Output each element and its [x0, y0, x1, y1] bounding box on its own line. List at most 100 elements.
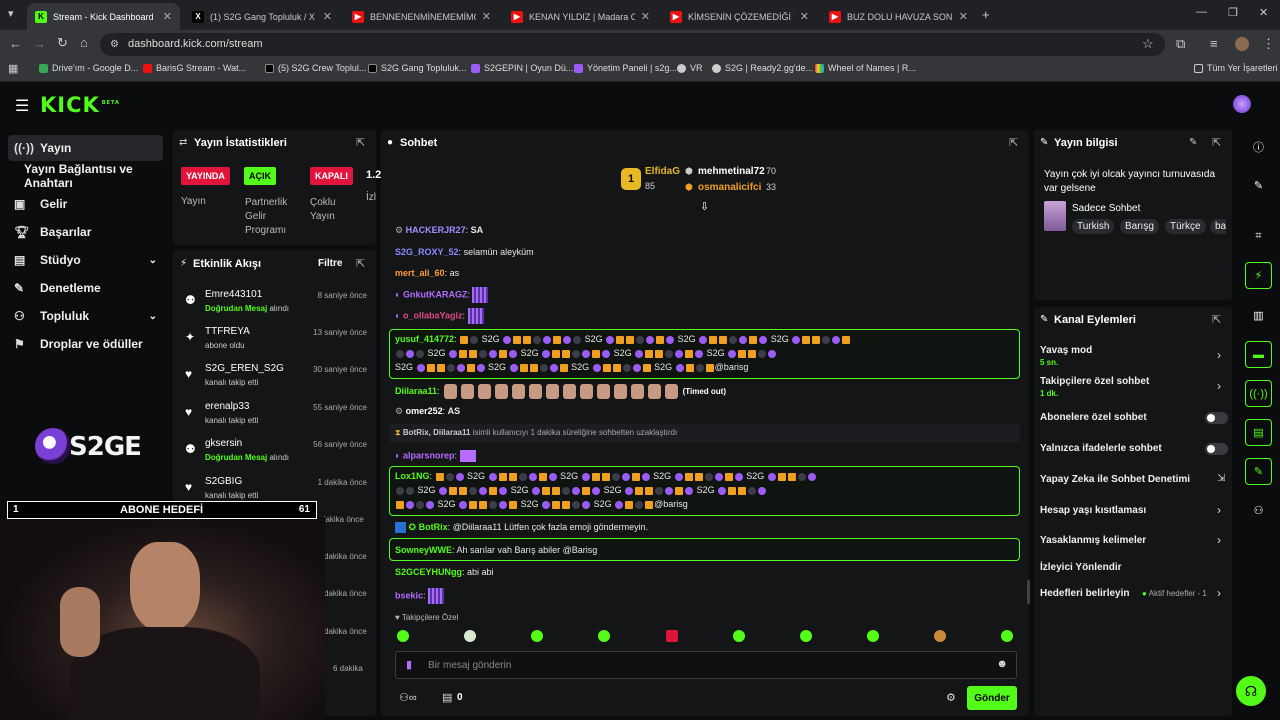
bookmark-item[interactable]: BarisG Stream - Wat... [143, 63, 246, 73]
emote-button[interactable] [934, 630, 946, 642]
gear-icon[interactable]: ⚙ [946, 691, 956, 704]
sidebar-item-gelir[interactable]: ▣ Gelir [8, 191, 163, 217]
tab-youtube-1[interactable]: ▶ BENNENENMİNEMEMİMOMAN✕ [344, 3, 499, 30]
sidebar-item-denetleme[interactable]: ✎ Denetleme [8, 275, 163, 301]
slow-mode-item[interactable]: Yavaş mod 5 sn. [1040, 345, 1092, 367]
info-icon[interactable]: ⓘ [1245, 133, 1272, 160]
expand-icon[interactable]: ⇱ [1212, 313, 1221, 326]
wrench-icon[interactable]: ✎ [1245, 458, 1272, 485]
maximize-icon[interactable]: ❐ [1228, 6, 1238, 19]
close-icon[interactable]: ✕ [641, 10, 650, 23]
close-icon[interactable]: ✕ [163, 10, 172, 23]
feed-item[interactable]: ⚉ Emre443101 Doğrudan Mesaj alındı 8 saniye… [183, 289, 373, 325]
support-headset-icon[interactable]: ☊ [1236, 676, 1266, 706]
top-gifter[interactable]: ElfidaG [645, 166, 680, 177]
tag[interactable]: Turkish [1072, 219, 1115, 234]
ai-moderation-item[interactable]: Yapay Zeka ile Sohbet Denetimi [1040, 474, 1190, 485]
tab-youtube-3[interactable]: ▶ KİMSENİN ÇÖZEMEDİĞİ TARİH✕ [662, 3, 817, 30]
collapse-icon[interactable]: ⇩ [700, 200, 709, 213]
emote-button[interactable] [733, 630, 745, 642]
chevron-right-icon[interactable]: › [1217, 503, 1221, 517]
emote-button[interactable] [397, 630, 409, 642]
profile-avatar[interactable] [1235, 37, 1249, 51]
chevron-right-icon[interactable]: › [1217, 379, 1221, 393]
tag[interactable]: ba [1210, 219, 1226, 234]
feed-item[interactable]: ✦ TTFREYA abone oldu 13 saniye önce [183, 326, 373, 362]
chat-input[interactable]: ▮ Bir mesaj gönderin ☻ [395, 651, 1017, 679]
site-info-icon[interactable]: ⚙ [110, 33, 119, 56]
account-age-item[interactable]: Hesap yaşı kısıtlaması [1040, 505, 1146, 516]
emote-button[interactable] [800, 630, 812, 642]
media-icon[interactable]: ≡ [1210, 36, 1218, 51]
chat-scrollbar[interactable] [1027, 580, 1030, 604]
emote-button[interactable] [867, 630, 879, 642]
sidebar-item-stream-key[interactable]: Yayın Bağlantısı ve Anahtarı [18, 162, 173, 190]
followers-only-item[interactable]: Takipçilere özel sohbet 1 dk. [1040, 376, 1149, 398]
broadcast-icon[interactable]: ((·)) [1245, 380, 1272, 407]
emoji-icon[interactable]: ☻ [996, 658, 1008, 670]
sidebar-item-topluluk[interactable]: ⚇ Topluluk ⌄ [8, 303, 163, 329]
chat-icon[interactable]: ▬ [1245, 341, 1272, 368]
sidebar-item-yayin[interactable]: ((·)) Yayın [8, 135, 163, 161]
sidebar-item-basarilar[interactable]: 🏆︎ Başarılar [8, 219, 163, 245]
bookmark-item[interactable]: Yönetim Paneli | s2g... [574, 63, 677, 73]
feed-item[interactable]: ♥ erenalp33 kanalı takip etti 55 saniye önc… [183, 401, 373, 437]
apps-grid-icon[interactable]: ▦ [8, 62, 18, 75]
mic-icon[interactable]: ▮ [406, 658, 412, 671]
chevron-right-icon[interactable]: › [1217, 348, 1221, 362]
tag[interactable]: Barışg [1120, 219, 1159, 234]
bolt-icon[interactable]: ⚡︎ [1245, 262, 1272, 289]
category-name[interactable]: Sadece Sohbet [1072, 203, 1140, 214]
expand-icon[interactable]: ⇱ [356, 136, 365, 149]
bookmark-item[interactable]: S2G | Ready2.gg'de... [712, 63, 813, 73]
link-icon[interactable]: ⚇∞ [399, 691, 417, 704]
emote-only-toggle[interactable] [1205, 443, 1228, 455]
users-icon[interactable]: ⚇ [1245, 497, 1272, 524]
close-icon[interactable]: ✕ [323, 10, 332, 23]
pencil-icon[interactable]: ✎ [1245, 172, 1272, 199]
expand-icon[interactable]: ⇱ [356, 257, 365, 270]
bookmark-item[interactable]: S2GEPIN | Oyun Dü... [471, 63, 573, 73]
url-field[interactable]: ⚙ dashboard.kick.com/stream [100, 33, 1165, 56]
filter-button[interactable]: Filtre [318, 258, 342, 269]
emote-button[interactable] [464, 630, 476, 642]
hamburger-menu-icon[interactable]: ☰ [15, 96, 29, 116]
reload-icon[interactable]: ↻ [57, 35, 68, 51]
bookmark-item[interactable]: VR [677, 63, 703, 73]
expand-icon[interactable]: ⇱ [1009, 136, 1018, 149]
user-avatar[interactable] [1233, 95, 1251, 113]
forward-icon[interactable]: → [33, 36, 46, 51]
emote-button[interactable] [666, 630, 678, 642]
bookmark-item[interactable]: Drive'ım - Google D... [39, 63, 138, 73]
tab-youtube-4[interactable]: ▶ BUZ DOLU HAVUZA SON DÜŞE✕ [821, 3, 976, 30]
subs-only-toggle[interactable] [1205, 412, 1228, 424]
minimize-icon[interactable]: — [1196, 6, 1207, 18]
bookmark-item[interactable]: Wheel of Names | R... [815, 63, 916, 73]
clipboard-icon[interactable]: ▥ [1245, 302, 1272, 329]
tab-x[interactable]: X (1) S2G Gang Topluluk / X ✕ [184, 3, 340, 30]
sidebar-item-studyo[interactable]: ▤ Stüdyo ⌄ [8, 247, 163, 273]
emote-button[interactable] [598, 630, 610, 642]
tag[interactable]: Türkçe [1165, 219, 1206, 234]
sidebar-item-droplar[interactable]: ⚑ Droplar ve ödüller [8, 331, 163, 357]
close-icon[interactable]: ✕ [800, 10, 809, 23]
bookmark-item[interactable]: S2G Gang Topluluk... [368, 63, 466, 73]
edit-icon[interactable]: ✎ [1189, 137, 1197, 148]
chevron-right-icon[interactable]: › [1217, 533, 1221, 547]
expand-icon[interactable]: ⇱ [1212, 136, 1221, 149]
back-icon[interactable]: ← [9, 36, 22, 51]
bookmark-star-icon[interactable]: ☆ [1142, 36, 1154, 52]
tab-youtube-2[interactable]: ▶ KENAN YILDIZ | Madara Olduğ✕ [503, 3, 658, 30]
all-bookmarks[interactable]: Tüm Yer İşaretleri [1194, 63, 1278, 73]
close-icon[interactable]: ✕ [959, 10, 968, 23]
external-link-icon[interactable]: ⇲ [1217, 473, 1225, 484]
feed-item[interactable]: ⚉ gksersin Doğrudan Mesaj alındı 56 saniye … [183, 438, 373, 474]
kick-logo[interactable]: KICK BETA [40, 93, 120, 117]
emote-button[interactable] [1001, 630, 1013, 642]
new-tab-icon[interactable]: + [982, 7, 990, 22]
top-gifter[interactable]: mehmetinal72 [698, 166, 765, 177]
crop-icon[interactable]: ⌗ [1245, 223, 1272, 250]
bookmark-item[interactable]: (5) S2G Crew Toplul... [265, 63, 366, 73]
chevron-right-icon[interactable]: › [1217, 586, 1221, 600]
close-icon[interactable]: ✕ [482, 10, 491, 23]
